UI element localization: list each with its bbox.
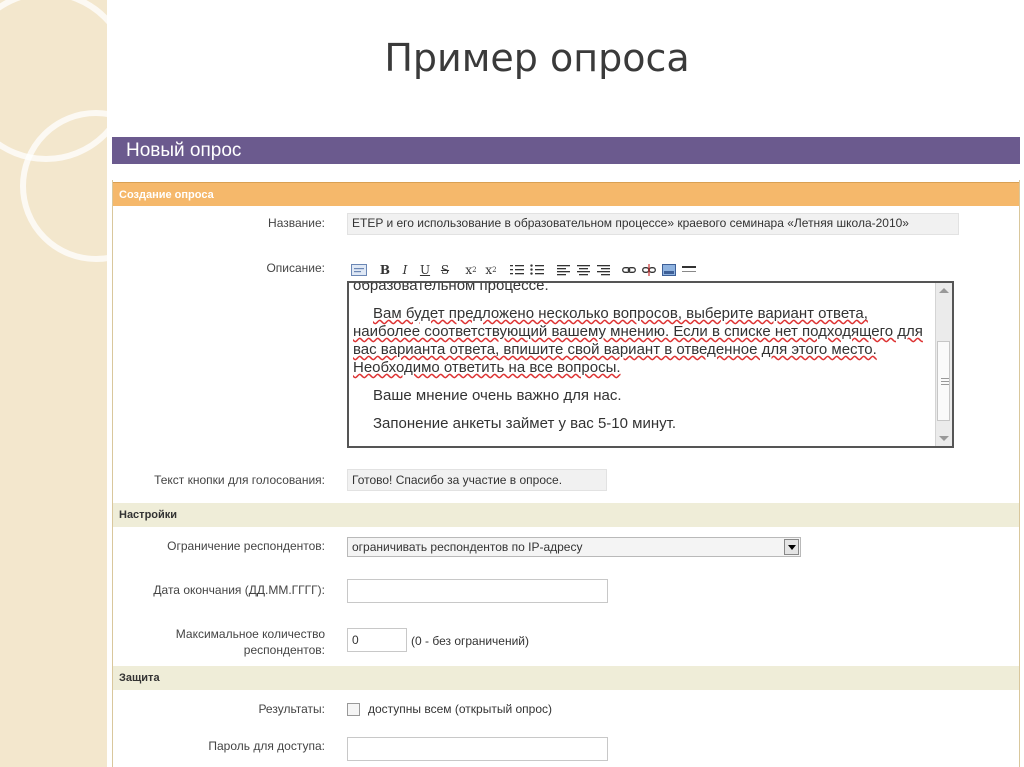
underline-icon[interactable]: U [415, 261, 435, 279]
align-center-icon[interactable] [573, 261, 593, 279]
ordered-list-icon[interactable] [507, 261, 527, 279]
restriction-select[interactable]: ограничивать респондентов по IP-адресу [347, 537, 801, 557]
description-editor[interactable]: образовательном процессе. Вам будет пред… [347, 281, 954, 448]
results-label: Результаты: [258, 702, 325, 716]
slide-decoration [0, 0, 110, 767]
form-header: Новый опрос [112, 137, 1020, 164]
scroll-up-icon[interactable] [939, 288, 949, 293]
editor-paragraph: Ваше мнение очень важно для нас. [373, 387, 622, 404]
scroll-thumb[interactable] [937, 341, 950, 421]
editor-paragraph: Вам будет предложено несколько вопросов,… [353, 305, 923, 376]
editor-paragraph: Запонение анкеты займет у вас 5-10 минут… [373, 415, 676, 432]
name-input[interactable]: ETEP и его использование в образовательн… [347, 213, 959, 235]
superscript-icon[interactable]: x2 [481, 261, 501, 279]
max-respondents-hint: (0 - без ограничений) [411, 634, 530, 648]
section-create: Создание опроса [113, 182, 1019, 206]
editor-content: образовательном процессе. Вам будет пред… [353, 281, 933, 443]
section-settings: Настройки [113, 503, 1019, 527]
strike-icon[interactable]: S [435, 261, 455, 279]
editor-text-line: образовательном процессе. [353, 281, 549, 294]
decor-stripe [107, 0, 110, 767]
scroll-down-icon[interactable] [939, 436, 949, 441]
end-date-label: Дата окончания (ДД.ММ.ГГГГ): [153, 583, 325, 597]
subscript-icon[interactable]: x2 [461, 261, 481, 279]
slide-title: Пример опроса [384, 36, 690, 80]
restriction-value: ограничивать респондентов по IP-адресу [352, 540, 583, 554]
editor-toolbar: B I U S x2 x2 [349, 260, 699, 280]
link-icon[interactable] [619, 261, 639, 279]
results-checkbox-label[interactable]: доступны всем (открытый опрос) [368, 702, 552, 716]
poll-form: Создание опроса Название: ETEP и его исп… [112, 180, 1020, 767]
section-protection: Защита [113, 666, 1019, 690]
unordered-list-icon[interactable] [527, 261, 547, 279]
max-respondents-input[interactable]: 0 [347, 628, 407, 652]
password-label: Пароль для доступа: [208, 739, 325, 753]
horizontal-rule-icon[interactable] [679, 261, 699, 279]
align-right-icon[interactable] [593, 261, 613, 279]
description-label: Описание: [266, 261, 325, 275]
vote-button-label: Текст кнопки для голосования: [154, 473, 325, 487]
password-input[interactable] [347, 737, 608, 761]
restriction-label: Ограничение респондентов: [167, 539, 325, 553]
image-icon[interactable] [659, 261, 679, 279]
italic-icon[interactable]: I [395, 261, 415, 279]
align-left-icon[interactable] [553, 261, 573, 279]
unlink-icon[interactable] [639, 261, 659, 279]
vote-button-input[interactable]: Готово! Спасибо за участие в опросе. [347, 469, 607, 491]
chevron-down-icon[interactable] [784, 539, 799, 555]
results-checkbox[interactable] [347, 703, 360, 716]
bold-icon[interactable]: B [375, 261, 395, 279]
source-icon[interactable] [349, 261, 369, 279]
name-label: Название: [268, 216, 325, 230]
max-respondents-label: Максимальное количество респондентов: [175, 627, 325, 657]
editor-scrollbar[interactable] [935, 283, 952, 446]
end-date-input[interactable] [347, 579, 608, 603]
